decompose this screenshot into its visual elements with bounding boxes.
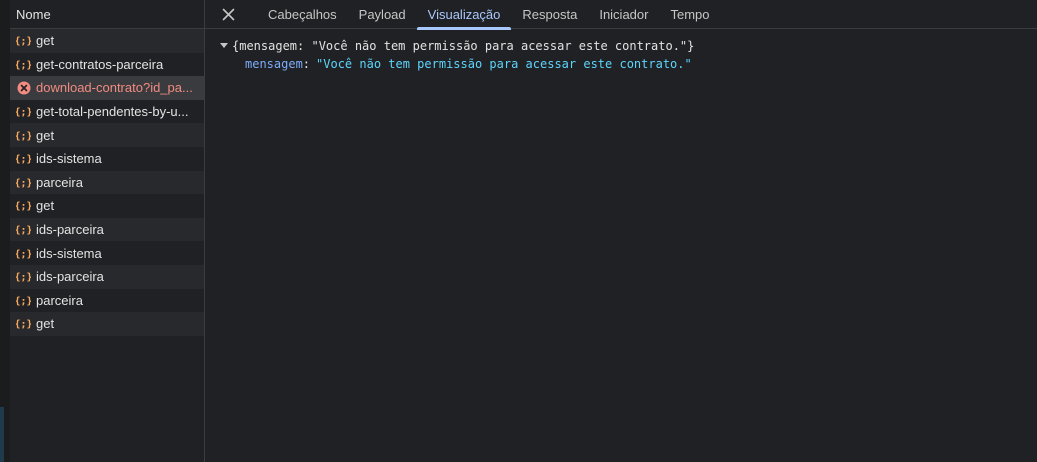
json-icon: {;} — [16, 151, 31, 166]
request-row-label: ids-sistema — [36, 245, 102, 261]
json-key: mensagem — [245, 57, 303, 71]
request-detail-panel: Cabeçalhos Payload Visualização Resposta Ini… — [205, 0, 1037, 462]
request-row[interactable]: {;} get — [10, 312, 204, 336]
request-row[interactable]: {;} parceira — [10, 289, 204, 313]
tab-label: Visualização — [427, 7, 501, 22]
request-row[interactable]: download-contrato?id_pa... — [10, 76, 204, 100]
request-row[interactable]: {;} get-contratos-parceira — [10, 53, 204, 77]
detail-tabbar: Cabeçalhos Payload Visualização Resposta Ini… — [205, 0, 1037, 30]
request-row-label: parceira — [36, 292, 83, 308]
request-row[interactable]: {;} get — [10, 194, 204, 218]
expand-triangle-icon[interactable] — [219, 41, 229, 51]
request-row[interactable]: {;} get-total-pendentes-by-u... — [10, 100, 204, 124]
svg-text:{;}: {;} — [16, 296, 31, 307]
request-row[interactable]: {;} get — [10, 29, 204, 53]
svg-text:{;}: {;} — [16, 249, 31, 260]
request-row-label: ids-sistema — [36, 151, 102, 167]
json-icon: {;} — [16, 57, 31, 72]
json-icon: {;} — [16, 316, 31, 331]
json-icon: {;} — [16, 269, 31, 284]
tab-list: Cabeçalhos Payload Visualização Resposta Ini… — [257, 0, 721, 30]
request-row[interactable]: {;} parceira — [10, 170, 204, 195]
json-icon: {;} — [16, 222, 31, 237]
svg-text:{;}: {;} — [16, 36, 31, 47]
left-edge-strip — [0, 0, 10, 462]
svg-text:{;}: {;} — [16, 60, 31, 71]
response-preview: {mensagem: "Você não tem permissão para … — [205, 29, 1037, 73]
svg-text:{;}: {;} — [16, 107, 31, 118]
request-row[interactable]: {;} ids-parceira — [10, 217, 204, 242]
json-icon: {;} — [16, 128, 31, 143]
request-row[interactable]: {;} get — [10, 123, 204, 147]
tab-label: Payload — [358, 7, 406, 22]
request-row[interactable]: {;} ids-sistema — [10, 241, 204, 265]
tab-resposta[interactable]: Resposta — [511, 0, 588, 29]
svg-text:{;}: {;} — [16, 272, 31, 283]
json-icon: {;} — [16, 104, 31, 119]
request-row[interactable]: {;} ids-sistema — [10, 147, 204, 171]
request-list: {;} get {;} get-contratos-parceira download-… — [10, 29, 204, 336]
json-root-line[interactable]: {mensagem: "Você não tem permissão para … — [219, 37, 1037, 55]
svg-text:{;}: {;} — [16, 131, 31, 142]
tab-label: Iniciador — [599, 7, 649, 22]
request-row-label: get — [36, 198, 55, 214]
request-row-label: parceira — [36, 174, 83, 190]
svg-text:{;}: {;} — [16, 319, 31, 330]
json-icon: {;} — [16, 198, 31, 213]
tab-label: Resposta — [522, 7, 578, 22]
request-row-label: get-contratos-parceira — [36, 56, 164, 72]
svg-text:{;}: {;} — [16, 154, 31, 165]
tab-payload[interactable]: Payload — [348, 0, 417, 29]
request-row-label: get — [36, 127, 55, 143]
close-button[interactable] — [219, 0, 237, 28]
svg-text:{;}: {;} — [16, 225, 31, 236]
json-icon: {;} — [16, 246, 31, 261]
json-icon: {;} — [16, 293, 31, 308]
edge-mark — [0, 407, 4, 462]
svg-text:{;}: {;} — [16, 201, 31, 212]
tab-visualizacao[interactable]: Visualização — [416, 0, 512, 30]
svg-text:{;}: {;} — [16, 178, 31, 189]
request-row-label: download-contrato?id_pa... — [36, 80, 193, 96]
tab-cabecalhos[interactable]: Cabeçalhos — [257, 0, 348, 29]
tab-iniciador[interactable]: Iniciador — [588, 0, 659, 29]
json-icon: {;} — [16, 175, 31, 190]
json-property-line[interactable]: mensagem: "Você não tem permissão para ac… — [219, 55, 1037, 73]
json-colon: : — [302, 57, 311, 71]
tab-tempo[interactable]: Tempo — [659, 0, 720, 29]
tab-label: Cabeçalhos — [268, 7, 337, 22]
request-row-label: get — [36, 33, 55, 49]
close-icon — [222, 8, 234, 20]
json-string-value: "Você não tem permissão para acessar est… — [316, 57, 692, 71]
request-row-label: ids-parceira — [36, 269, 104, 285]
error-icon — [16, 80, 31, 95]
name-column-header[interactable]: Nome — [10, 0, 204, 29]
request-row-label: get-total-pendentes-by-u... — [36, 104, 189, 120]
request-row-label: get — [36, 316, 55, 332]
devtools-network: Nome {;} get {;} get-contratos-parceira down… — [0, 0, 1037, 462]
json-summary: {mensagem: "Você não tem permissão para … — [232, 39, 695, 53]
request-row-label: ids-parceira — [36, 222, 104, 238]
name-column-header-label: Nome — [16, 7, 51, 22]
tab-label: Tempo — [670, 7, 710, 22]
json-icon: {;} — [16, 33, 31, 48]
request-list-panel: Nome {;} get {;} get-contratos-parceira down… — [10, 0, 205, 462]
request-row[interactable]: {;} ids-parceira — [10, 264, 204, 289]
